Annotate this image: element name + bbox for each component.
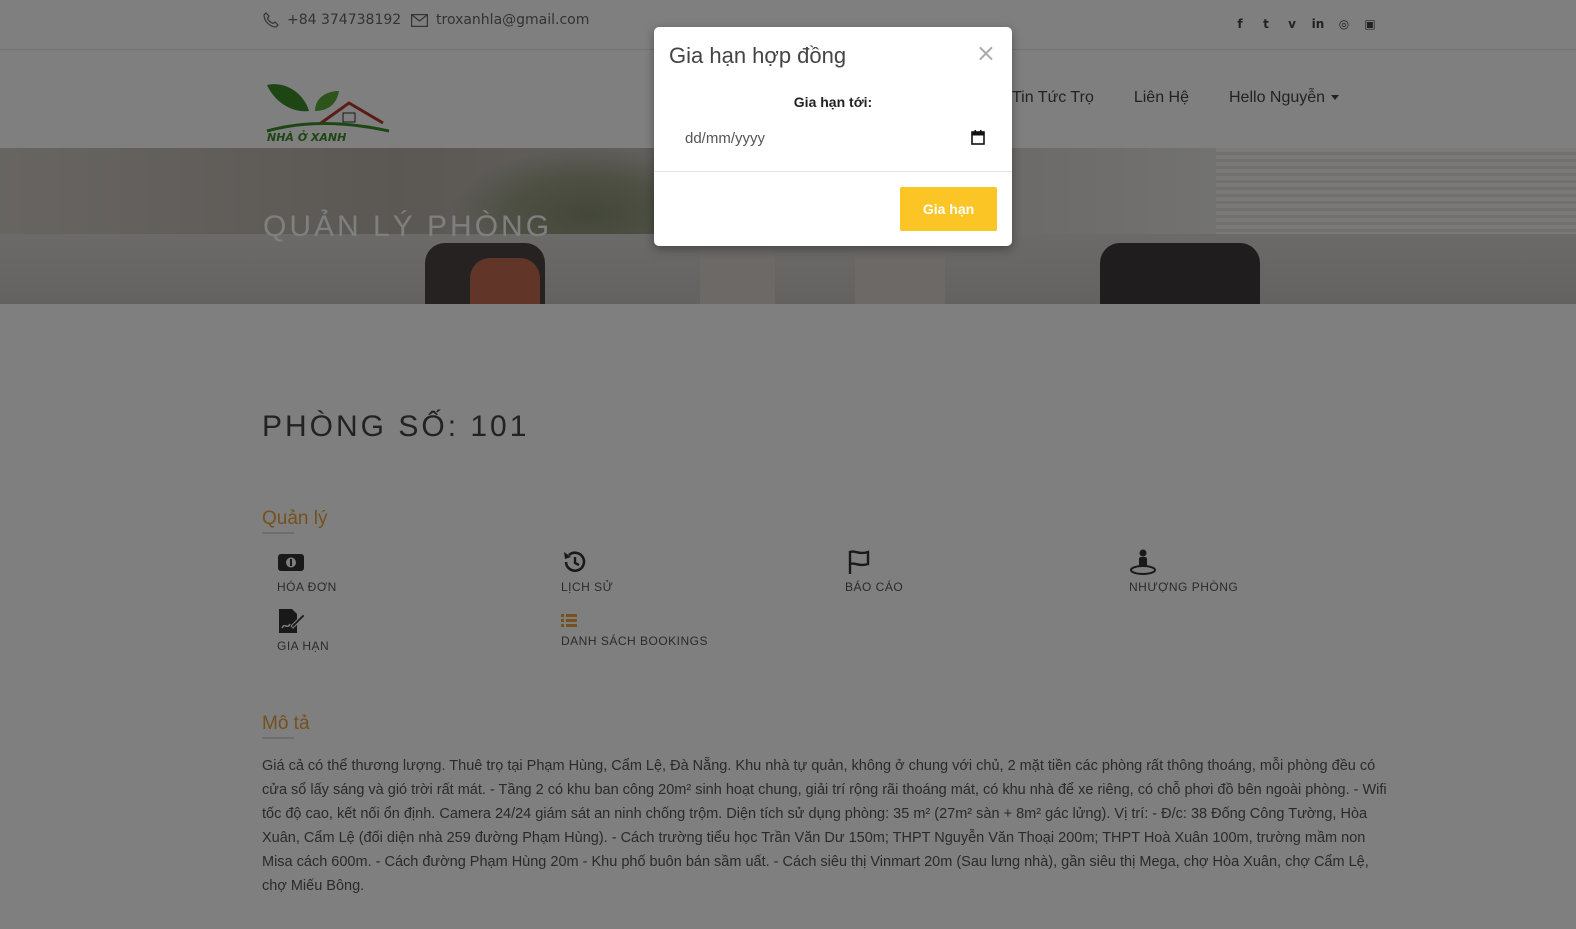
extend-contract-modal: Gia hạn hợp đồng × Gia hạn tới: dd/mm/yy… xyxy=(654,27,1012,246)
extend-date-input[interactable]: dd/mm/yyyy xyxy=(669,122,995,156)
extend-until-label: Gia hạn tới: xyxy=(793,94,873,110)
page: +84 374738192 troxanhla@gmail.com f t v … xyxy=(0,0,1576,929)
calendar-icon[interactable] xyxy=(971,130,985,145)
date-placeholder: dd/mm/yyyy xyxy=(685,130,766,147)
modal-footer: Gia hạn xyxy=(654,171,1012,247)
modal-header: Gia hạn hợp đồng × xyxy=(654,27,1012,89)
modal-title: Gia hạn hợp đồng xyxy=(669,43,847,68)
extend-button[interactable]: Gia hạn xyxy=(900,187,997,231)
modal-body: Gia hạn tới: dd/mm/yyyy xyxy=(654,89,1012,170)
close-icon[interactable]: × xyxy=(976,41,996,65)
